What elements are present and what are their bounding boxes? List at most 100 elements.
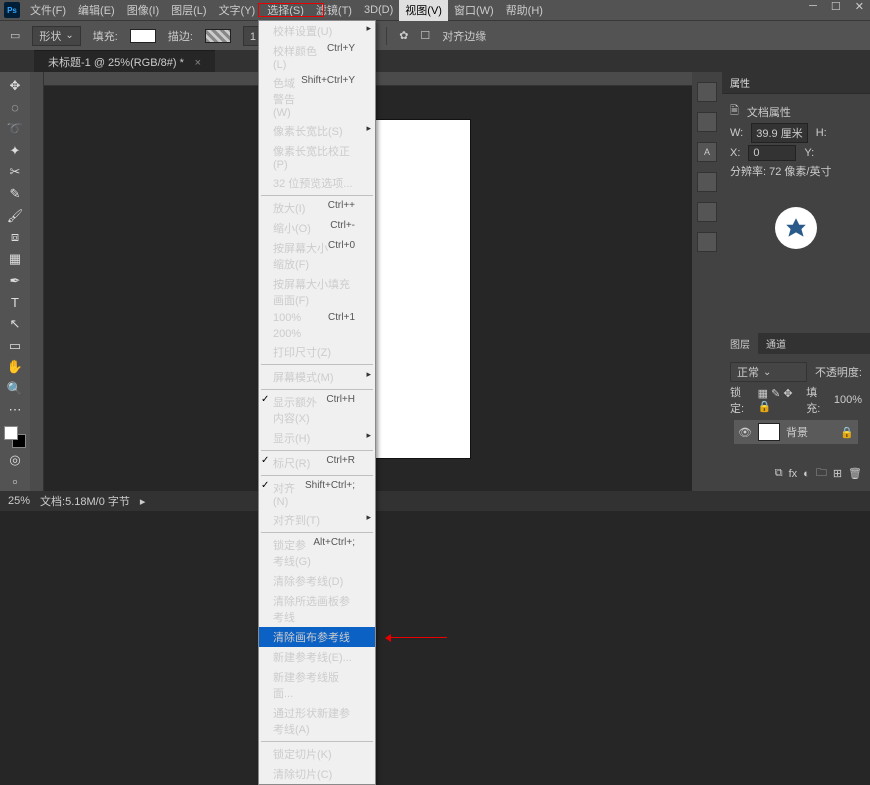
- new-layer-icon[interactable]: ⊞: [833, 467, 842, 480]
- menu-item[interactable]: 放大(I)Ctrl++: [259, 198, 375, 218]
- menu-item[interactable]: 通过形状新建参考线(A): [259, 703, 375, 739]
- eyedropper-tool-icon[interactable]: ✎: [3, 184, 27, 204]
- menu-type[interactable]: 文字(Y): [213, 0, 262, 21]
- zoom-level[interactable]: 25%: [8, 495, 30, 507]
- shape-tool-icon[interactable]: ▭: [3, 336, 27, 356]
- gradient-tool-icon[interactable]: ▦: [3, 249, 27, 269]
- color-swatch[interactable]: [4, 426, 26, 448]
- history-panel-icon[interactable]: [697, 82, 717, 102]
- menu-item[interactable]: 缩小(O)Ctrl+-: [259, 218, 375, 238]
- menu-item[interactable]: 标尺(R)Ctrl+R: [259, 453, 375, 473]
- x-field[interactable]: 0: [748, 145, 796, 161]
- stamp-tool-icon[interactable]: ⧈: [3, 227, 27, 247]
- layer-row[interactable]: 👁 背景 🔒: [734, 420, 858, 444]
- menu-layer[interactable]: 图层(L): [165, 0, 212, 21]
- menu-item[interactable]: 清除画布参考线: [259, 627, 375, 647]
- paragraph-panel-icon[interactable]: [697, 172, 717, 192]
- menu-file[interactable]: 文件(F): [24, 0, 72, 21]
- menu-image[interactable]: 图像(I): [121, 0, 165, 21]
- brush-tool-icon[interactable]: 🖌: [3, 206, 27, 226]
- menu-window[interactable]: 窗口(W): [448, 0, 500, 21]
- right-dock: A: [692, 72, 722, 491]
- menu-filter[interactable]: 滤镜(T): [310, 0, 358, 21]
- width-field[interactable]: 39.9 厘米: [751, 123, 807, 143]
- tool-preset-icon[interactable]: ▭: [10, 29, 20, 42]
- fill-swatch[interactable]: [130, 29, 156, 43]
- settings-icon[interactable]: ✿: [399, 29, 408, 42]
- menu-item[interactable]: 对齐到(T): [259, 510, 375, 530]
- new-group-icon[interactable]: 🗀: [816, 464, 827, 483]
- menu-item[interactable]: 显示额外内容(X)Ctrl+H: [259, 392, 375, 428]
- marquee-tool-icon[interactable]: ◌: [3, 98, 27, 118]
- shape-mode-dropdown[interactable]: 形状: [32, 26, 80, 46]
- layer-fx-icon[interactable]: fx: [789, 468, 798, 480]
- path-tool-icon[interactable]: ↖: [3, 314, 27, 334]
- zoom-tool-icon[interactable]: 🔍: [3, 379, 27, 399]
- document-tab[interactable]: 未标题-1 @ 25%(RGB/8#) * ×: [34, 50, 215, 73]
- channels-tab[interactable]: 通道: [758, 333, 794, 354]
- color-panel-icon[interactable]: [697, 112, 717, 132]
- layer-fill-value[interactable]: 100%: [834, 394, 862, 406]
- y-label: Y:: [804, 147, 814, 159]
- menu-item: 32 位预览选项...: [259, 173, 375, 193]
- menu-item[interactable]: 200%: [259, 326, 375, 342]
- stroke-swatch[interactable]: [205, 29, 231, 43]
- menu-item[interactable]: 按屏幕大小缩放(F)Ctrl+0: [259, 238, 375, 274]
- pen-tool-icon[interactable]: ✒: [3, 271, 27, 291]
- menu-item[interactable]: 校样设置(U): [259, 21, 375, 41]
- screenmode-icon[interactable]: ▫: [3, 471, 27, 491]
- layer-thumbnail[interactable]: [758, 423, 780, 441]
- menu-edit[interactable]: 编辑(E): [72, 0, 121, 21]
- move-tool-icon[interactable]: ✥: [3, 76, 27, 96]
- x-label: X:: [730, 147, 740, 159]
- blend-mode-dropdown[interactable]: 正常: [730, 362, 807, 382]
- menu-item[interactable]: 对齐(N)Shift+Ctrl+;: [259, 478, 375, 510]
- menu-item[interactable]: 锁定切片(K): [259, 744, 375, 764]
- quickmask-icon[interactable]: ◎: [3, 450, 27, 470]
- stroke-label: 描边:: [168, 28, 193, 44]
- menu-item[interactable]: 新建参考线版面...: [259, 667, 375, 703]
- window-minimize-icon[interactable]: ─: [809, 0, 817, 13]
- menu-item[interactable]: 清除参考线(D): [259, 571, 375, 591]
- menu-item[interactable]: 新建参考线(E)...: [259, 647, 375, 667]
- properties-panel-tab[interactable]: 属性: [722, 72, 870, 94]
- doc-info[interactable]: 文档:5.18M/0 字节: [40, 493, 130, 509]
- menu-item[interactable]: 锁定参考线(G)Alt+Ctrl+;: [259, 535, 375, 571]
- menu-item[interactable]: 100%Ctrl+1: [259, 310, 375, 326]
- menu-item[interactable]: 像素长宽比(S): [259, 121, 375, 141]
- hand-tool-icon[interactable]: ✋: [3, 357, 27, 377]
- layers-panel: 正常 不透明度: 锁定: ▦ ✎ ✥ 🔒 填充: 100% 👁 背景 🔒 ⧉ f…: [722, 354, 870, 491]
- wand-tool-icon[interactable]: ✦: [3, 141, 27, 161]
- edit-toolbar-icon[interactable]: ⋯: [3, 401, 27, 421]
- type-tool-icon[interactable]: T: [3, 292, 27, 312]
- align-edges-checkbox[interactable]: ☐: [420, 29, 430, 42]
- lasso-tool-icon[interactable]: ➰: [3, 119, 27, 139]
- menu-view[interactable]: 视图(V): [399, 0, 448, 21]
- status-chevron-icon[interactable]: ▸: [140, 495, 146, 508]
- layer-mask-icon[interactable]: ◐: [803, 468, 810, 480]
- menu-item[interactable]: 校样颜色(L)Ctrl+Y: [259, 41, 375, 73]
- visibility-icon[interactable]: 👁: [738, 426, 752, 439]
- tab-close-icon[interactable]: ×: [195, 57, 201, 69]
- char-panel-icon[interactable]: A: [697, 142, 717, 162]
- menu-item[interactable]: 屏幕模式(M): [259, 367, 375, 387]
- menu-3d[interactable]: 3D(D): [358, 1, 399, 19]
- layer-name[interactable]: 背景: [786, 424, 808, 440]
- delete-layer-icon[interactable]: 🗑: [848, 467, 862, 480]
- menu-help[interactable]: 帮助(H): [500, 0, 549, 21]
- lock-icons[interactable]: ▦ ✎ ✥ 🔒: [758, 387, 799, 413]
- brush-panel-icon[interactable]: [697, 232, 717, 252]
- width-label: W:: [730, 127, 743, 139]
- menu-select[interactable]: 选择(S): [261, 0, 310, 21]
- ruler-vertical[interactable]: [30, 72, 44, 491]
- layers-panel-tabs: 图层 通道: [722, 333, 870, 354]
- swatches-panel-icon[interactable]: [697, 202, 717, 222]
- link-layers-icon[interactable]: ⧉: [775, 467, 783, 480]
- window-close-icon[interactable]: ✕: [855, 0, 864, 13]
- menu-item[interactable]: 色域警告(W)Shift+Ctrl+Y: [259, 73, 375, 121]
- menu-item[interactable]: 打印尺寸(Z): [259, 342, 375, 362]
- layers-tab[interactable]: 图层: [722, 333, 758, 354]
- crop-tool-icon[interactable]: ✂: [3, 163, 27, 183]
- window-maximize-icon[interactable]: ☐: [831, 0, 841, 13]
- menu-item[interactable]: 显示(H): [259, 428, 375, 448]
